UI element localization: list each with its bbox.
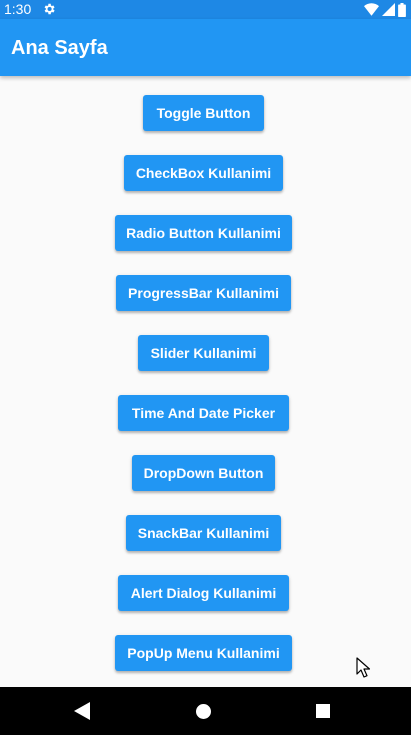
snackbar-demo-button[interactable]: SnackBar Kullanimi [126,515,281,551]
status-icons [364,2,406,17]
status-time: 1:30 [4,1,32,17]
toggle-button-demo-button[interactable]: Toggle Button [143,95,264,131]
app-bar: Ana Sayfa [0,19,411,76]
slider-demo-button[interactable]: Slider Kullanimi [138,335,269,371]
wifi-icon [364,3,379,16]
checkbox-demo-button[interactable]: CheckBox Kullanimi [124,155,283,191]
cellular-signal-icon [382,3,395,16]
page-title: Ana Sayfa [11,37,108,59]
mouse-cursor-icon [356,657,370,678]
alert-dialog-demo-button[interactable]: Alert Dialog Kullanimi [118,575,289,611]
popup-menu-demo-button[interactable]: PopUp Menu Kullanimi [115,635,292,671]
settings-gear-icon [44,3,55,15]
navigation-bar [0,687,411,735]
dropdown-demo-button[interactable]: DropDown Button [132,455,275,491]
progressbar-demo-button[interactable]: ProgressBar Kullanimi [116,275,291,311]
button-list: Toggle Button CheckBox Kullanimi Radio B… [0,76,411,687]
recents-icon[interactable] [316,704,330,718]
time-date-picker-button[interactable]: Time And Date Picker [118,395,289,431]
battery-icon [398,2,406,17]
radio-button-demo-button[interactable]: Radio Button Kullanimi [115,215,292,251]
status-bar: 1:30 [0,0,411,19]
home-icon[interactable] [196,704,211,719]
back-icon[interactable] [74,702,90,720]
